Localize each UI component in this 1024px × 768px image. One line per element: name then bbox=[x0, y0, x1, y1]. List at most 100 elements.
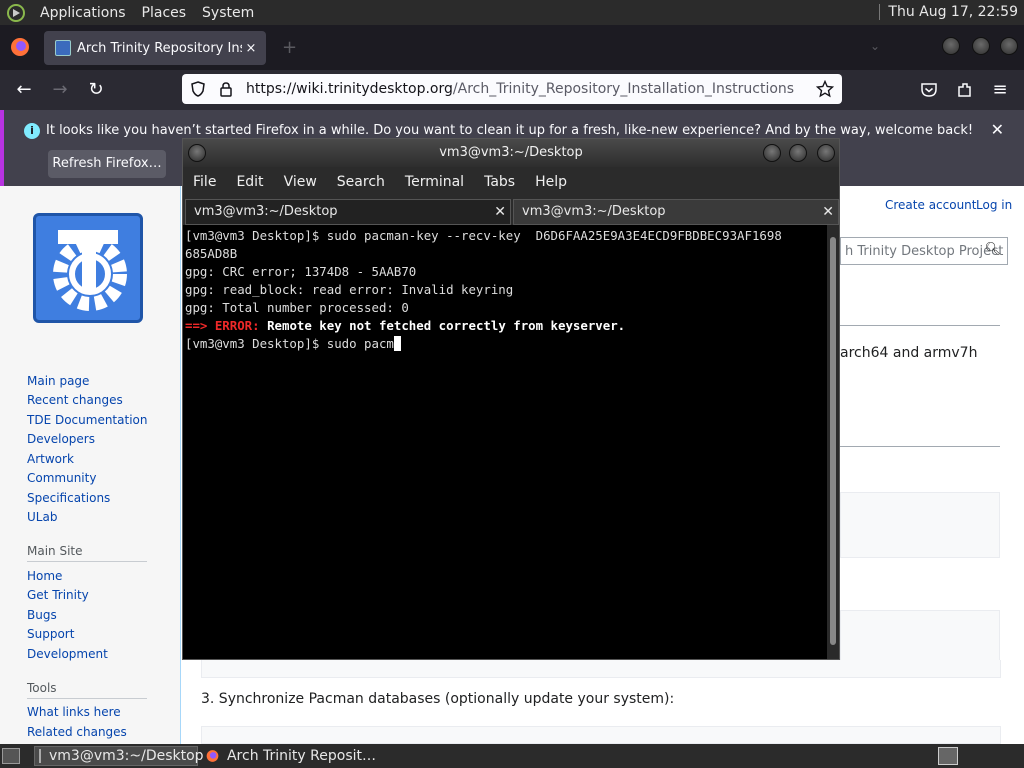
pocket-icon[interactable] bbox=[920, 81, 938, 99]
url-path: /Arch_Trinity_Repository_Installation_In… bbox=[452, 81, 795, 97]
sidebar-link-artwork[interactable]: Artwork bbox=[27, 452, 74, 466]
content-snippet-arch: arch64 and armv7h bbox=[840, 345, 978, 361]
search-placeholder: h Trinity Desktop Project bbox=[845, 243, 1004, 259]
terminal-title-bar[interactable]: vm3@vm3:~/Desktop bbox=[183, 139, 839, 167]
terminal-menu-terminal[interactable]: Terminal bbox=[395, 174, 474, 190]
sidebar-link-bugs[interactable]: Bugs bbox=[27, 608, 57, 622]
sidebar-link-tde-documentation[interactable]: TDE Documentation bbox=[27, 413, 147, 427]
code-block bbox=[840, 492, 1000, 558]
bookmark-star-icon[interactable] bbox=[816, 80, 834, 98]
terminal-tab-close-icon[interactable]: ✕ bbox=[822, 200, 834, 224]
terminal-line: 685AD8B bbox=[185, 246, 238, 261]
trinity-logo[interactable] bbox=[33, 213, 143, 323]
terminal-title: vm3@vm3:~/Desktop bbox=[439, 145, 583, 160]
sidebar-link-ulab[interactable]: ULab bbox=[27, 510, 57, 524]
notification-close-icon[interactable]: ✕ bbox=[991, 120, 1004, 139]
taskbar-item-firefox[interactable]: Arch Trinity Reposit… bbox=[206, 746, 376, 766]
tracking-shield-icon[interactable] bbox=[190, 81, 206, 97]
refresh-firefox-button[interactable]: Refresh Firefox… bbox=[48, 150, 166, 178]
content-divider bbox=[840, 446, 1000, 447]
forward-arrow-icon[interactable]: → bbox=[48, 78, 72, 102]
code-block bbox=[201, 660, 1001, 678]
create-account-link[interactable]: Create account bbox=[885, 198, 977, 212]
sidebar-link-development[interactable]: Development bbox=[27, 647, 108, 661]
scrollbar-thumb[interactable] bbox=[830, 237, 836, 645]
terminal-maximize-button[interactable] bbox=[789, 144, 807, 162]
lock-icon[interactable] bbox=[218, 81, 234, 97]
sidebar-link-support[interactable]: Support bbox=[27, 627, 74, 641]
log-in-link[interactable]: Log in bbox=[976, 198, 1012, 212]
content-divider bbox=[840, 325, 1000, 326]
clock[interactable]: Thu Aug 17, 22:59 bbox=[879, 4, 1018, 20]
sidebar-heading-main-site: Main Site bbox=[27, 544, 83, 558]
tab-title: Arch Trinity Repository Insta bbox=[77, 40, 242, 56]
browser-tab-active[interactable]: Arch Trinity Repository Insta × bbox=[44, 31, 266, 65]
tab-close-icon[interactable]: × bbox=[242, 41, 260, 56]
url-host: https://wiki.trinitydesktop.org bbox=[246, 81, 453, 97]
system-menu[interactable]: System bbox=[194, 5, 262, 21]
prompt-text: [vm3@vm3 Desktop]$ sudo pacm bbox=[185, 336, 394, 351]
terminal-scrollbar[interactable] bbox=[827, 225, 839, 659]
terminal-error-line: ==> ERROR: Remote key not fetched correc… bbox=[185, 317, 825, 335]
sidebar-link-specifications[interactable]: Specifications bbox=[27, 491, 110, 505]
terminal-close-button[interactable] bbox=[817, 144, 835, 162]
terminal-tab-2[interactable]: vm3@vm3:~/Desktop ✕ bbox=[513, 199, 839, 225]
list-tabs-chevron-icon[interactable]: ⌄ bbox=[870, 39, 880, 53]
taskbar: vm3@vm3:~/Desktop Arch Trinity Reposit… bbox=[0, 744, 1024, 768]
wiki-search-input[interactable]: h Trinity Desktop Project 🔍︎ bbox=[840, 237, 1008, 265]
extensions-icon[interactable] bbox=[956, 81, 974, 99]
terminal-menu-button[interactable] bbox=[188, 144, 206, 162]
terminal-menu-file[interactable]: File bbox=[183, 174, 226, 190]
new-tab-icon[interactable]: + bbox=[282, 37, 297, 58]
taskbar-item-terminal[interactable]: vm3@vm3:~/Desktop bbox=[34, 746, 204, 766]
terminal-prompt-line: [vm3@vm3 Desktop]$ sudo pacm bbox=[185, 335, 825, 353]
browser-nav-bar: ← → ↻ https://wiki.trinitydesktop.org/Ar… bbox=[0, 70, 1024, 110]
hamburger-menu-icon[interactable]: ≡ bbox=[988, 78, 1012, 102]
sidebar-link-what-links-here[interactable]: What links here bbox=[27, 705, 121, 719]
workspace-pager[interactable] bbox=[938, 747, 958, 765]
panel-separator bbox=[879, 4, 881, 20]
close-window-button[interactable] bbox=[1000, 37, 1018, 55]
sidebar-link-main-page[interactable]: Main page bbox=[27, 374, 89, 388]
maximize-window-button[interactable] bbox=[972, 37, 990, 55]
terminal-output[interactable]: [vm3@vm3 Desktop]$ sudo pacman-key --rec… bbox=[185, 227, 825, 659]
terminal-menu-tabs[interactable]: Tabs bbox=[474, 174, 525, 190]
trinity-menu-icon[interactable] bbox=[6, 3, 26, 23]
terminal-line: gpg: CRC error; 1374D8 - 5AAB70 bbox=[185, 264, 417, 279]
minimize-window-button[interactable] bbox=[942, 37, 960, 55]
applications-menu[interactable]: Applications bbox=[32, 5, 134, 21]
terminal-menu-search[interactable]: Search bbox=[327, 174, 395, 190]
terminal-tab-bar: vm3@vm3:~/Desktop ✕ vm3@vm3:~/Desktop ✕ bbox=[183, 197, 839, 225]
places-menu[interactable]: Places bbox=[134, 5, 195, 21]
sidebar-link-home[interactable]: Home bbox=[27, 569, 62, 583]
terminal-tab-label: vm3@vm3:~/Desktop bbox=[522, 204, 666, 219]
sidebar-divider bbox=[27, 698, 147, 699]
show-desktop-icon[interactable] bbox=[2, 748, 20, 764]
terminal-menu-view[interactable]: View bbox=[274, 174, 327, 190]
sidebar-link-related-changes[interactable]: Related changes bbox=[27, 725, 127, 739]
terminal-menu-help[interactable]: Help bbox=[525, 174, 577, 190]
url-text[interactable]: https://wiki.trinitydesktop.org/Arch_Tri… bbox=[246, 81, 816, 97]
firefox-view-icon[interactable] bbox=[10, 37, 30, 57]
text-cursor bbox=[393, 336, 401, 351]
sidebar-link-recent-changes[interactable]: Recent changes bbox=[27, 393, 123, 407]
back-arrow-icon[interactable]: ← bbox=[12, 78, 36, 102]
terminal-tab-close-icon[interactable]: ✕ bbox=[494, 200, 506, 224]
terminal-icon bbox=[39, 749, 41, 763]
terminal-window[interactable]: vm3@vm3:~/Desktop File Edit View Search … bbox=[182, 138, 840, 660]
terminal-menu-edit[interactable]: Edit bbox=[226, 174, 273, 190]
terminal-tab-1[interactable]: vm3@vm3:~/Desktop ✕ bbox=[185, 199, 511, 225]
sidebar-link-developers[interactable]: Developers bbox=[27, 432, 95, 446]
sidebar-link-get-trinity[interactable]: Get Trinity bbox=[27, 588, 89, 602]
terminal-line: gpg: read_block: read error: Invalid key… bbox=[185, 282, 514, 297]
sidebar-heading-tools: Tools bbox=[27, 681, 57, 695]
error-prefix: ==> ERROR: bbox=[185, 318, 260, 333]
terminal-minimize-button[interactable] bbox=[763, 144, 781, 162]
search-icon[interactable]: 🔍︎ bbox=[984, 242, 1001, 257]
url-bar[interactable]: https://wiki.trinitydesktop.org/Arch_Tri… bbox=[182, 74, 842, 104]
info-icon: i bbox=[24, 123, 40, 139]
sidebar-link-community[interactable]: Community bbox=[27, 471, 96, 485]
taskbar-item-label: vm3@vm3:~/Desktop bbox=[49, 748, 204, 764]
reload-icon[interactable]: ↻ bbox=[84, 78, 108, 102]
top-panel: Applications Places System Thu Aug 17, 2… bbox=[0, 0, 1024, 25]
